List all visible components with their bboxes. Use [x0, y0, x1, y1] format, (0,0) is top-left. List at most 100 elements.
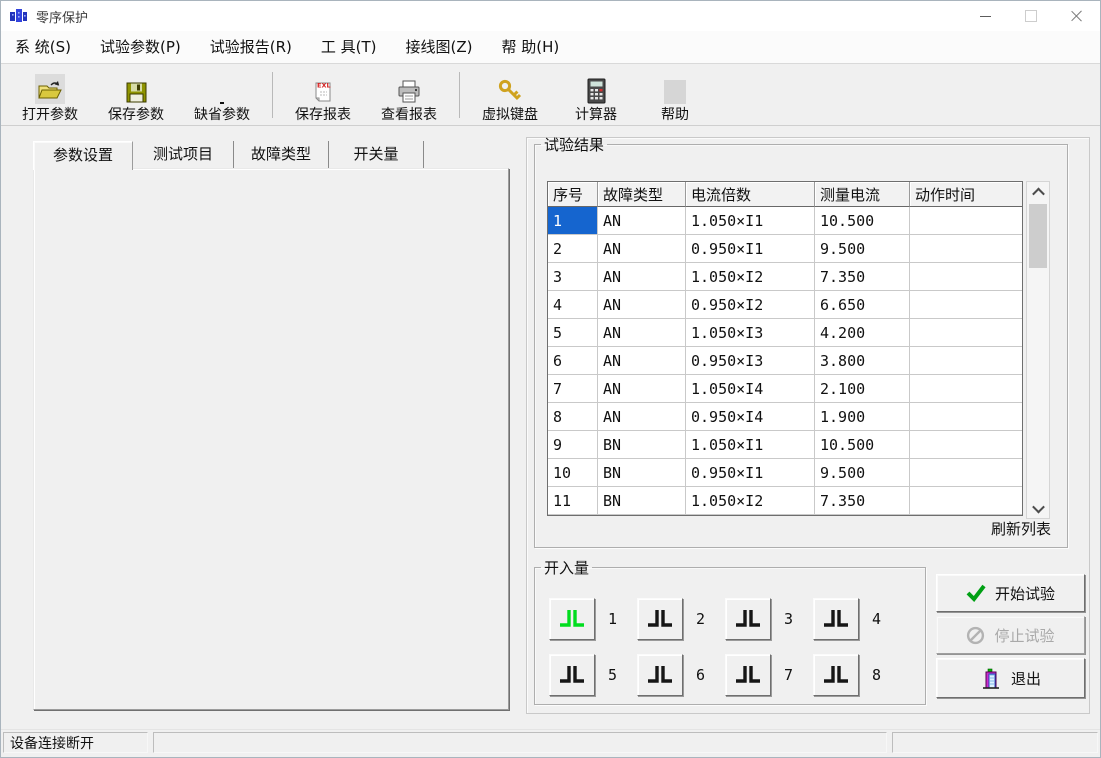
cell-num[interactable]: 2: [548, 235, 598, 263]
cell-fault-type[interactable]: BN: [598, 459, 686, 487]
table-row[interactable]: 11 BN 1.050×I2 7.350: [548, 487, 1022, 515]
cell-num[interactable]: 3: [548, 263, 598, 291]
table-row[interactable]: 2 AN 0.950×I1 9.500: [548, 235, 1022, 263]
contact-toggle-button[interactable]: [549, 598, 595, 640]
col-header-current-multiple[interactable]: 电流倍数: [686, 182, 815, 207]
cell-current-multiple[interactable]: 0.950×I2: [686, 291, 815, 319]
table-row[interactable]: 7 AN 1.050×I4 2.100: [548, 375, 1022, 403]
contact-toggle-button[interactable]: [813, 654, 859, 696]
table-row[interactable]: 5 AN 1.050×I3 4.200: [548, 319, 1022, 347]
cell-measured-current[interactable]: 10.500: [815, 431, 910, 459]
col-header-measured-current[interactable]: 测量电流: [815, 182, 910, 207]
cell-measured-current[interactable]: 7.350: [815, 487, 910, 515]
cell-current-multiple[interactable]: 1.050×I3: [686, 319, 815, 347]
refresh-list-link[interactable]: 刷新列表: [991, 518, 1051, 539]
cell-num[interactable]: 9: [548, 431, 598, 459]
cell-num[interactable]: 10: [548, 459, 598, 487]
cell-action-time[interactable]: [910, 459, 1022, 487]
tab-param-settings[interactable]: 参数设置: [33, 141, 133, 170]
cell-current-multiple[interactable]: 1.050×I2: [686, 487, 815, 515]
col-header-fault-type[interactable]: 故障类型: [598, 182, 686, 207]
cell-action-time[interactable]: [910, 319, 1022, 347]
cell-num[interactable]: 5: [548, 319, 598, 347]
virtual-keyboard-button[interactable]: 虚拟键盘: [467, 67, 553, 123]
cell-action-time[interactable]: [910, 291, 1022, 319]
cell-current-multiple[interactable]: 1.050×I1: [686, 431, 815, 459]
cell-current-multiple[interactable]: 0.950×I3: [686, 347, 815, 375]
cell-action-time[interactable]: [910, 487, 1022, 515]
table-row[interactable]: 9 BN 1.050×I1 10.500: [548, 431, 1022, 459]
view-report-button[interactable]: 查看报表: [366, 67, 452, 123]
scroll-up-button[interactable]: [1027, 182, 1049, 202]
cell-fault-type[interactable]: AN: [598, 207, 686, 235]
cell-action-time[interactable]: [910, 235, 1022, 263]
cell-action-time[interactable]: [910, 347, 1022, 375]
cell-measured-current[interactable]: 2.100: [815, 375, 910, 403]
cell-measured-current[interactable]: 4.200: [815, 319, 910, 347]
tab-test-items[interactable]: 测试项目: [133, 141, 234, 168]
table-row[interactable]: 4 AN 0.950×I2 6.650: [548, 291, 1022, 319]
cell-current-multiple[interactable]: 1.050×I4: [686, 375, 815, 403]
exit-button[interactable]: 退出: [936, 658, 1085, 698]
contact-toggle-button[interactable]: [637, 654, 683, 696]
minimize-button[interactable]: [962, 1, 1008, 31]
contact-toggle-button[interactable]: [549, 654, 595, 696]
save-params-button[interactable]: 保存参数: [93, 67, 179, 123]
contact-toggle-button[interactable]: [813, 598, 859, 640]
menu-test-params[interactable]: 试验参数(P): [94, 31, 187, 63]
cell-fault-type[interactable]: AN: [598, 403, 686, 431]
cell-action-time[interactable]: [910, 403, 1022, 431]
cell-fault-type[interactable]: BN: [598, 431, 686, 459]
cell-measured-current[interactable]: 10.500: [815, 207, 910, 235]
contact-toggle-button[interactable]: [725, 654, 771, 696]
cell-measured-current[interactable]: 3.800: [815, 347, 910, 375]
table-row[interactable]: 3 AN 1.050×I2 7.350: [548, 263, 1022, 291]
scrollbar-thumb[interactable]: [1029, 204, 1047, 268]
cell-measured-current[interactable]: 1.900: [815, 403, 910, 431]
cell-measured-current[interactable]: 9.500: [815, 459, 910, 487]
cell-fault-type[interactable]: AN: [598, 235, 686, 263]
cell-action-time[interactable]: [910, 207, 1022, 235]
table-scrollbar[interactable]: [1026, 181, 1050, 519]
help-button[interactable]: 帮助: [639, 67, 711, 123]
calculator-button[interactable]: 计算器: [553, 67, 639, 123]
contact-toggle-button[interactable]: [637, 598, 683, 640]
cell-num[interactable]: 8: [548, 403, 598, 431]
cell-measured-current[interactable]: 9.500: [815, 235, 910, 263]
cell-fault-type[interactable]: AN: [598, 347, 686, 375]
menu-test-report[interactable]: 试验报告(R): [204, 31, 298, 63]
cell-measured-current[interactable]: 6.650: [815, 291, 910, 319]
cell-measured-current[interactable]: 7.350: [815, 263, 910, 291]
menu-system[interactable]: 系 统(S): [9, 31, 77, 63]
cell-num[interactable]: 6: [548, 347, 598, 375]
maximize-button[interactable]: [1008, 1, 1054, 31]
cell-current-multiple[interactable]: 0.950×I4: [686, 403, 815, 431]
contact-toggle-button[interactable]: [725, 598, 771, 640]
cell-fault-type[interactable]: AN: [598, 263, 686, 291]
cell-action-time[interactable]: [910, 263, 1022, 291]
menu-tools[interactable]: 工 具(T): [315, 31, 383, 63]
menu-help[interactable]: 帮 助(H): [496, 31, 566, 63]
cell-fault-type[interactable]: AN: [598, 319, 686, 347]
cell-current-multiple[interactable]: 0.950×I1: [686, 235, 815, 263]
cell-fault-type[interactable]: AN: [598, 291, 686, 319]
cell-current-multiple[interactable]: 0.950×I1: [686, 459, 815, 487]
open-params-button[interactable]: 打开参数: [7, 67, 93, 123]
cell-fault-type[interactable]: AN: [598, 375, 686, 403]
cell-action-time[interactable]: [910, 431, 1022, 459]
cell-num[interactable]: 1: [548, 207, 598, 235]
tab-fault-types[interactable]: 故障类型: [234, 141, 329, 168]
table-row[interactable]: 10 BN 0.950×I1 9.500: [548, 459, 1022, 487]
cell-action-time[interactable]: [910, 375, 1022, 403]
col-header-num[interactable]: 序号: [548, 182, 598, 207]
cell-current-multiple[interactable]: 1.050×I1: [686, 207, 815, 235]
tab-switch-quantity[interactable]: 开关量: [329, 141, 424, 168]
menu-wiring-diagram[interactable]: 接线图(Z): [400, 31, 479, 63]
col-header-action-time[interactable]: 动作时间: [910, 182, 1022, 207]
start-test-button[interactable]: 开始试验: [936, 574, 1085, 612]
table-row[interactable]: 6 AN 0.950×I3 3.800: [548, 347, 1022, 375]
scroll-down-button[interactable]: [1027, 498, 1049, 518]
cell-current-multiple[interactable]: 1.050×I2: [686, 263, 815, 291]
cell-num[interactable]: 7: [548, 375, 598, 403]
table-row[interactable]: 8 AN 0.950×I4 1.900: [548, 403, 1022, 431]
